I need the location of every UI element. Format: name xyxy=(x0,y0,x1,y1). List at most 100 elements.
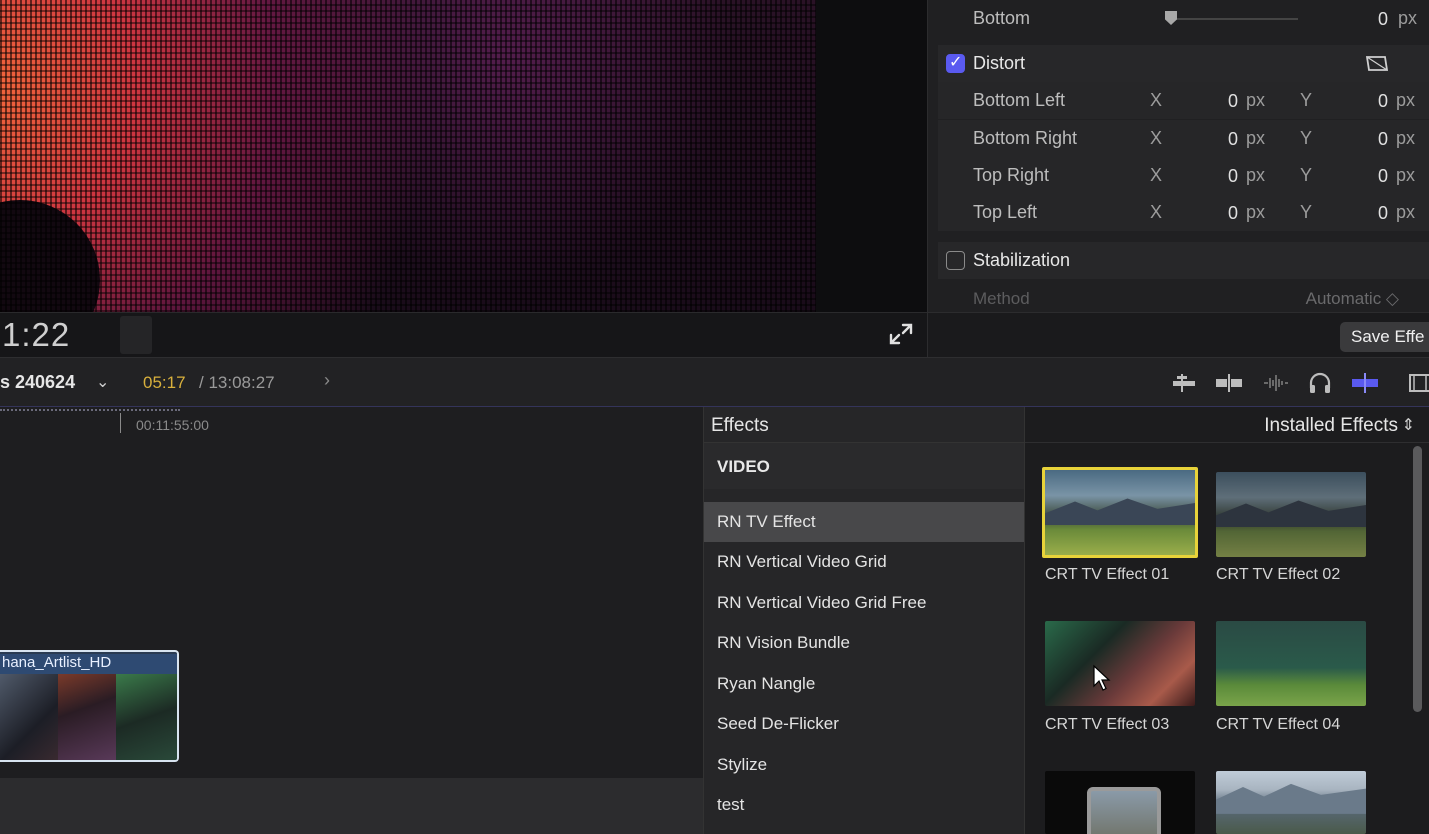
x-unit: px xyxy=(1246,90,1266,110)
effect-thumbnail-label: CRT TV Effect 04 xyxy=(1216,716,1341,733)
save-effects-preset-button[interactable]: Save Effe xyxy=(1340,322,1429,352)
chevron-updown-icon[interactable]: ⇕ xyxy=(1402,415,1415,435)
clip-thumbnail xyxy=(116,674,177,760)
x-value[interactable]: 0 xyxy=(1208,129,1238,150)
y-value[interactable]: 0 xyxy=(1358,203,1388,224)
x-label: X xyxy=(1150,128,1163,148)
crop-bottom-slider-track[interactable] xyxy=(1168,18,1298,20)
crop-bottom-slider-knob[interactable] xyxy=(1165,11,1177,25)
history-forward-icon[interactable]: › xyxy=(324,370,330,391)
effects-list-item[interactable]: RN Vertical Video Grid Free xyxy=(704,583,1025,623)
clip-name: hana_Artlist_HD xyxy=(0,654,177,674)
effect-thumbnail[interactable] xyxy=(1042,467,1198,558)
x-value[interactable]: 0 xyxy=(1208,166,1238,187)
effects-list-item[interactable]: RN Vertical Video Grid xyxy=(704,542,1025,582)
effect-thumbnail[interactable] xyxy=(1045,621,1195,706)
timeline-current-timecode: 05:17 xyxy=(143,373,186,392)
filmstrip-icon[interactable] xyxy=(1405,370,1429,396)
x-unit: px xyxy=(1246,165,1266,185)
viewer-letterbox xyxy=(816,0,927,312)
x-label: X xyxy=(1150,202,1163,222)
effect-thumbnail[interactable] xyxy=(1216,771,1366,834)
clip-thumbnail xyxy=(0,674,58,760)
effects-list-item[interactable]: Ryan Nangle xyxy=(704,664,1025,704)
stabilization-section-header: Stabilization xyxy=(938,242,1429,279)
distort-row-top-right: Top Right X 0 px Y 0 px xyxy=(938,157,1429,194)
y-unit: px xyxy=(1396,202,1416,222)
effects-list-item[interactable]: Seed De-Flicker xyxy=(704,704,1025,744)
x-unit: px xyxy=(1246,202,1266,222)
crop-bottom-unit: px xyxy=(1398,8,1418,28)
effects-title: Effects xyxy=(711,415,769,436)
y-unit: px xyxy=(1396,128,1416,148)
clip-thumbnail xyxy=(58,674,116,760)
ruler-timecode: 00:11:55:00 xyxy=(136,417,209,433)
ruler-tick xyxy=(120,413,121,433)
crop-bottom-row: Bottom 0 px xyxy=(938,0,1429,37)
x-unit: px xyxy=(1246,128,1266,148)
effects-category-label: VIDEO xyxy=(717,457,770,476)
distort-title: Distort xyxy=(973,53,1026,73)
x-value[interactable]: 0 xyxy=(1208,203,1238,224)
effects-list-item[interactable]: RN TV Effect xyxy=(704,502,1025,542)
y-label: Y xyxy=(1300,128,1313,148)
y-unit: px xyxy=(1396,90,1416,110)
effects-category-header[interactable]: VIDEO xyxy=(704,443,1025,489)
viewer-video-frame xyxy=(0,0,816,312)
effects-list-item[interactable]: Stylize xyxy=(704,745,1025,785)
inspector-footer: Save Effe xyxy=(928,312,1429,357)
timeline-ruler[interactable]: 00:11:55:00 xyxy=(0,407,703,437)
distort-row-bottom-right: Bottom Right X 0 px Y 0 px xyxy=(938,120,1429,157)
effects-grid-header: Installed Effects ⇕ xyxy=(1025,407,1429,443)
effect-thumbnail[interactable] xyxy=(1216,472,1366,557)
distort-row-top-left: Top Left X 0 px Y 0 px xyxy=(938,194,1429,231)
effect-thumbnail[interactable] xyxy=(1045,771,1195,834)
x-label: X xyxy=(1150,90,1163,110)
append-clip-icon[interactable] xyxy=(1169,370,1199,396)
effect-thumbnail-label: CRT TV Effect 01 xyxy=(1045,566,1170,583)
distort-row-label: Bottom Right xyxy=(973,128,1078,148)
timeline-audio-lane xyxy=(0,778,703,834)
timeline-area[interactable]: 00:11:55:00 hana_Artlist_HD xyxy=(0,407,703,834)
timeline-total-duration: / 13:08:27 xyxy=(199,373,275,392)
crop-bottom-value[interactable]: 0 xyxy=(1358,9,1388,30)
mouse-cursor-icon xyxy=(1093,664,1111,691)
insert-clip-icon[interactable] xyxy=(1214,370,1244,396)
ruler-range-indicator xyxy=(0,409,180,412)
distort-section-header: Distort xyxy=(938,45,1429,82)
method-label: Method xyxy=(973,289,1030,308)
skimming-icon[interactable] xyxy=(1350,370,1380,396)
y-unit: px xyxy=(1396,165,1416,185)
play-pause-button[interactable] xyxy=(120,316,152,354)
viewer-timecode: 1:22 xyxy=(2,316,71,353)
headphones-icon[interactable] xyxy=(1305,370,1335,396)
effects-grid-scrollbar[interactable] xyxy=(1413,446,1422,712)
y-label: Y xyxy=(1300,165,1313,185)
distort-overlay-icon[interactable] xyxy=(1365,54,1389,74)
inspector-panel: Bottom 0 px Distort Bottom Left X 0 px Y… xyxy=(927,0,1429,357)
y-label: Y xyxy=(1300,90,1313,110)
fullscreen-icon[interactable] xyxy=(886,320,916,348)
effect-thumbnail-label: CRT TV Effect 02 xyxy=(1216,566,1341,583)
effects-browser-sidebar: Effects VIDEO RN TV Effect RN Vertical V… xyxy=(703,407,1025,834)
project-name[interactable]: s 240624 xyxy=(0,372,75,393)
y-value[interactable]: 0 xyxy=(1358,166,1388,187)
distort-checkbox[interactable] xyxy=(946,52,965,73)
distort-row-label: Top Right xyxy=(973,165,1050,185)
effects-list-item[interactable]: RN Vision Bundle xyxy=(704,623,1025,663)
effect-thumbnail-label: CRT TV Effect 03 xyxy=(1045,716,1170,733)
y-value[interactable]: 0 xyxy=(1358,129,1388,150)
stabilization-title: Stabilization xyxy=(973,250,1071,270)
effect-thumbnail[interactable] xyxy=(1216,621,1366,706)
audio-waveform-icon[interactable] xyxy=(1260,370,1290,396)
stabilization-method-row: Method Automatic ◇ xyxy=(938,281,1429,311)
x-value[interactable]: 0 xyxy=(1208,91,1238,112)
method-select[interactable]: Automatic ◇ xyxy=(1306,289,1399,309)
distort-row-bottom-left: Bottom Left X 0 px Y 0 px xyxy=(938,82,1429,119)
effects-list-item[interactable]: test xyxy=(704,785,1025,825)
timeline-clip[interactable]: hana_Artlist_HD xyxy=(0,650,179,762)
stabilization-checkbox[interactable] xyxy=(946,251,965,270)
installed-effects-popup[interactable]: Installed Effects xyxy=(1264,415,1398,437)
chevron-down-icon[interactable]: ⌄ xyxy=(96,372,109,392)
y-value[interactable]: 0 xyxy=(1358,91,1388,112)
